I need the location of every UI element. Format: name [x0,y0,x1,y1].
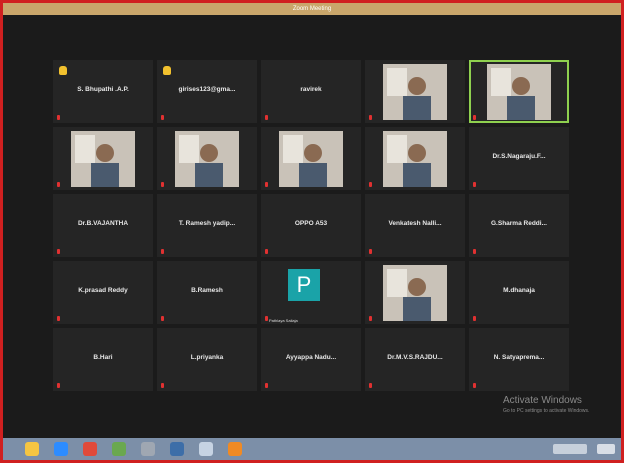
participant-caption: Pathlaya Sailaja [269,318,298,323]
raised-hand-icon [59,66,67,75]
activate-windows-watermark: Activate Windows Go to PC settings to ac… [503,395,589,414]
chrome-icon[interactable] [83,442,97,456]
mic-muted-icon [473,316,476,321]
participant-tile[interactable]: M.dhanaja [469,261,569,324]
participant-name: S. Bhupathi .A.P. [77,86,129,93]
watermark-subtitle: Go to PC settings to activate Windows. [503,408,590,414]
participant-name: B.Ramesh [191,287,223,294]
participant-tile[interactable]: L.priyanka [157,328,257,391]
participant-video [365,60,465,123]
mic-muted-icon [473,182,476,187]
participant-name: OPPO A53 [294,220,328,227]
mic-muted-icon [161,383,164,388]
mic-muted-icon [57,182,60,187]
mic-muted-icon [57,115,60,120]
document-icon[interactable] [199,442,213,456]
watermark-title: Activate Windows [503,395,582,406]
participant-name: G.Sharma Reddi... [491,220,547,227]
mic-muted-icon [57,249,60,254]
participant-video [53,127,153,190]
participant-name: M.dhanaja [503,287,535,294]
file-explorer-icon[interactable] [25,442,39,456]
participant-tile[interactable]: ravirek [261,60,361,123]
app-icon[interactable] [170,442,184,456]
participant-tile[interactable] [365,60,465,123]
participant-tile[interactable]: Dr.B.VAJANTHA [53,194,153,257]
participant-name: Dr.S.Nagaraju.F... [492,153,546,160]
participant-name: Dr.B.VAJANTHA [77,220,129,227]
mic-muted-icon [473,115,476,120]
windows-taskbar [3,438,621,460]
participant-name: Dr.M.V.S.RAJDU... [387,354,443,361]
participant-tile[interactable]: girises123@gma... [157,60,257,123]
participant-tile[interactable] [53,127,153,190]
vlc-icon[interactable] [228,442,242,456]
participant-tile[interactable]: K.prasad Reddy [53,261,153,324]
zoom-icon[interactable] [54,442,68,456]
participant-name: Venkatesh Nalli... [388,220,442,227]
mic-muted-icon [265,182,268,187]
participant-video [469,60,569,123]
mic-muted-icon [473,383,476,388]
mic-muted-icon [161,249,164,254]
mic-muted-icon [57,316,60,321]
participant-video [261,127,361,190]
mic-muted-icon [369,316,372,321]
participant-tile[interactable] [469,60,569,123]
participant-name: N. Satyaprema... [493,354,545,361]
mic-muted-icon [57,383,60,388]
participant-tile[interactable] [261,127,361,190]
mic-muted-icon [161,182,164,187]
raised-hand-icon [163,66,171,75]
mic-muted-icon [369,383,372,388]
participant-tile[interactable]: Dr.S.Nagaraju.F... [469,127,569,190]
app-icon[interactable] [112,442,126,456]
participant-name: L.priyanka [190,354,224,361]
participant-tile[interactable]: G.Sharma Reddi... [469,194,569,257]
participant-tile[interactable]: OPPO A53 [261,194,361,257]
participant-tile[interactable]: B.Hari [53,328,153,391]
participant-tile[interactable]: T. Ramesh yadip... [157,194,257,257]
participant-tile[interactable]: N. Satyaprema... [469,328,569,391]
participant-tile[interactable] [365,261,465,324]
participant-name: T. Ramesh yadip... [178,220,236,227]
mic-muted-icon [265,383,268,388]
participant-name: ravirek [300,86,322,93]
mic-muted-icon [161,115,164,120]
mic-muted-icon [265,249,268,254]
participant-video [157,127,257,190]
mic-muted-icon [161,316,164,321]
system-clock[interactable] [553,444,587,454]
participant-tile[interactable]: Dr.M.V.S.RAJDU... [365,328,465,391]
participant-name: B.Hari [93,354,113,361]
participant-name: K.prasad Reddy [78,287,128,294]
participant-name: girises123@gma... [178,86,236,93]
notification-area[interactable] [597,444,615,454]
participant-grid: S. Bhupathi .A.P. girises123@gma... ravire… [53,60,571,393]
app-icon[interactable] [141,442,155,456]
mic-muted-icon [265,316,268,321]
participant-tile[interactable]: B.Ramesh [157,261,257,324]
participant-avatar: P [288,269,320,301]
window-title: Zoom Meeting [292,6,332,12]
participant-tile[interactable]: P Pathlaya Sailaja [261,261,361,324]
participant-tile[interactable] [157,127,257,190]
participant-name: Ayyappa Nadu... [285,354,337,361]
title-bar[interactable]: Zoom Meeting [3,3,621,15]
mic-muted-icon [369,182,372,187]
zoom-gallery-view: S. Bhupathi .A.P. girises123@gma... ravire… [3,15,621,438]
mic-muted-icon [369,249,372,254]
mic-muted-icon [473,249,476,254]
participant-tile[interactable]: Venkatesh Nalli... [365,194,465,257]
participant-tile[interactable] [365,127,465,190]
participant-tile[interactable]: Ayyappa Nadu... [261,328,361,391]
mic-muted-icon [265,115,268,120]
mic-muted-icon [369,115,372,120]
participant-tile[interactable]: S. Bhupathi .A.P. [53,60,153,123]
participant-video [365,127,465,190]
participant-video [365,261,465,324]
